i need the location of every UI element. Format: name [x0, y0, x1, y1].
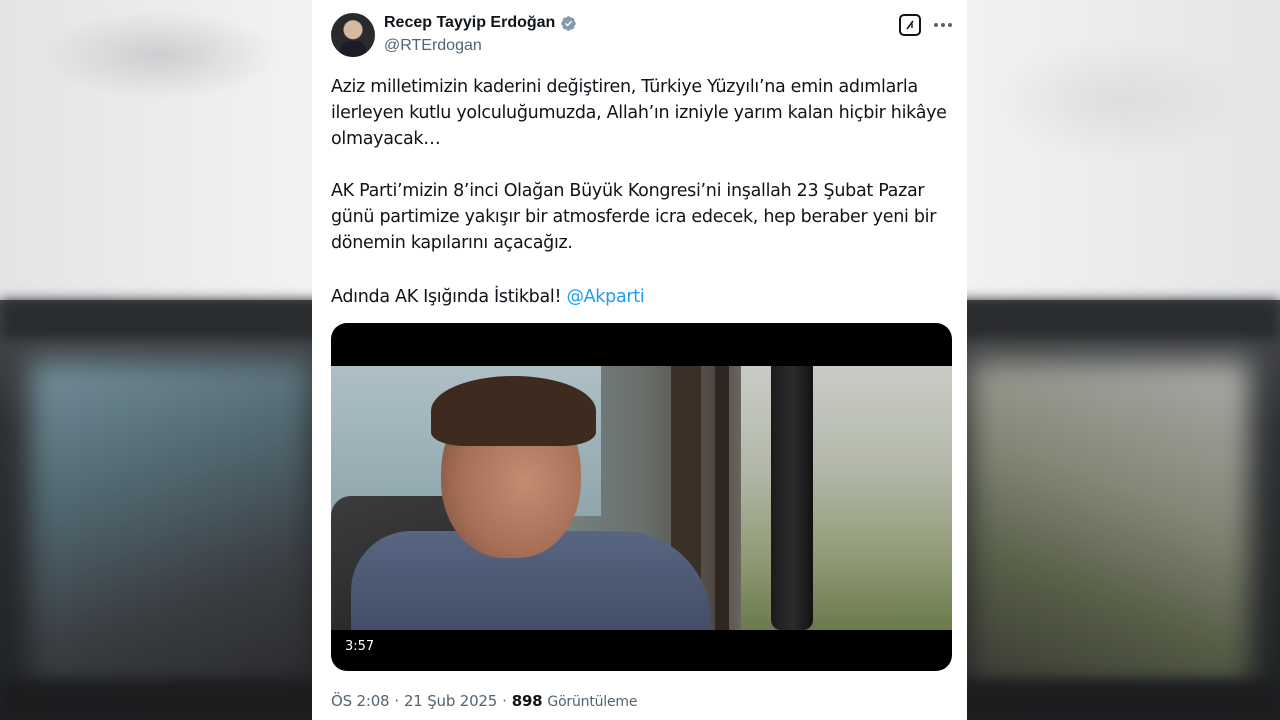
author-name[interactable]: Recep Tayyip Erdoğan [384, 14, 555, 32]
meta-separator: · [394, 692, 399, 710]
video-duration: 3:57 [345, 639, 375, 654]
tweet-paragraph-2: AK Parti’mizin 8’inci Olağan Büyük Kongr… [331, 181, 937, 253]
views-label: Görüntüleme [547, 694, 638, 710]
grok-icon [906, 20, 914, 30]
grok-button[interactable] [899, 14, 921, 36]
tweet-card: Recep Tayyip Erdoğan @RTErdogan Aziz mil… [312, 0, 967, 720]
video-player[interactable]: 3:57 [331, 323, 952, 671]
tweet-date[interactable]: 21 Şub 2025 [404, 692, 497, 710]
tweet-meta: ÖS 2:08 · 21 Şub 2025 · 898 Görüntüleme [331, 692, 637, 710]
tweet-paragraph-3: Adında AK Işığında İstikbal! @Akparti [331, 284, 951, 310]
tweet-paragraph-1: Aziz milletimizin kaderini değiştiren, T… [331, 77, 947, 149]
meta-separator: · [502, 692, 507, 710]
tweet-time[interactable]: ÖS 2:08 [331, 692, 390, 710]
views-count: 898 [511, 692, 543, 710]
more-icon[interactable] [932, 14, 954, 36]
verified-badge-icon [561, 15, 577, 31]
tweet-paragraph-3-text: Adında AK Işığında İstikbal! [331, 287, 567, 307]
avatar[interactable] [331, 13, 375, 57]
author-handle[interactable]: @RTErdogan [384, 37, 482, 55]
mention-link[interactable]: @Akparti [566, 287, 644, 307]
video-thumbnail [331, 366, 952, 630]
author-row: Recep Tayyip Erdoğan [384, 14, 577, 32]
